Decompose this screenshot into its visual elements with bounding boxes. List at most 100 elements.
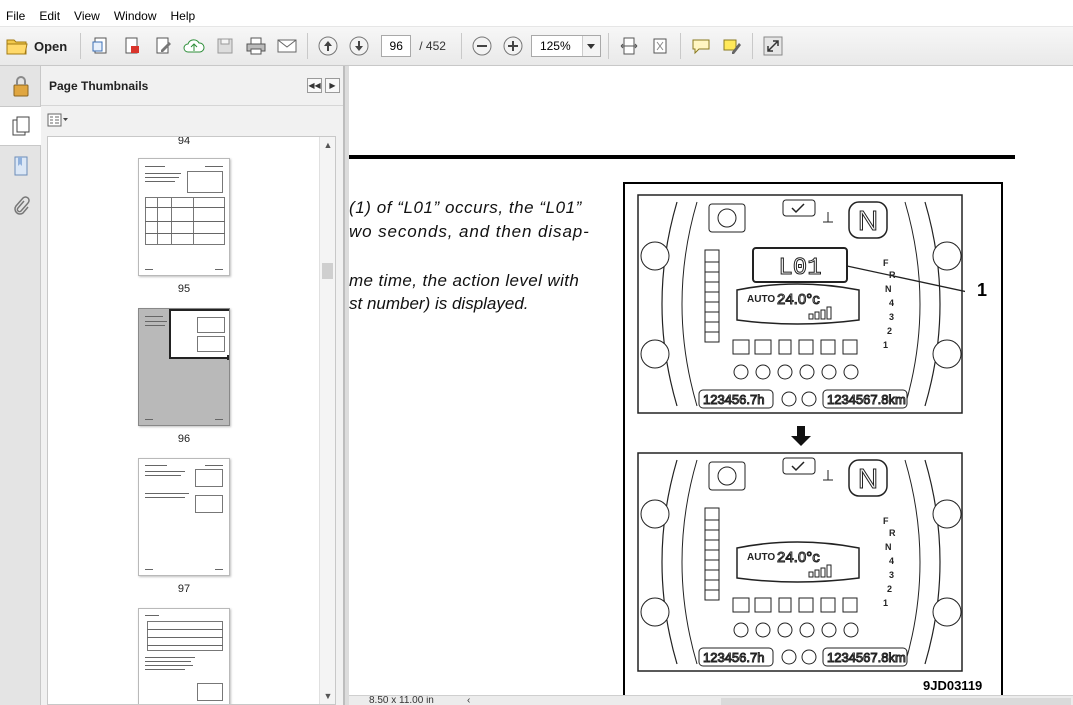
toolbar-separator (307, 33, 309, 59)
thumbnail-label-96: 96 (177, 433, 191, 445)
scrollbar-thumb[interactable] (322, 263, 333, 279)
zoom-select[interactable]: 125% (530, 35, 601, 57)
chevron-down-icon[interactable] (581, 36, 600, 56)
svg-text:3: 3 (889, 570, 894, 580)
menu-window[interactable]: Window (114, 9, 157, 23)
navigation-rail (0, 66, 41, 705)
print-icon[interactable] (243, 33, 269, 59)
instrument-panel-display-top: N L01 AUTO 24.0°c F R N 4 3 2 1 123456.7… (637, 194, 965, 414)
scroll-left-icon[interactable]: ‹ (467, 696, 479, 705)
zoom-out-icon[interactable] (469, 33, 495, 59)
menu-edit[interactable]: Edit (39, 9, 60, 23)
status-bar: 8.50 x 11.00 in ‹ (349, 695, 1073, 705)
thumbnail-label-97: 97 (177, 583, 191, 595)
menu-bar: File Edit View Window Help (0, 6, 1073, 27)
cloud-upload-icon[interactable] (181, 33, 207, 59)
temp-readout: 24.0°c (777, 549, 820, 566)
zoom-in-icon[interactable] (500, 33, 526, 59)
thumbnail-list: 94 95 96 97 ▲ ▼ (47, 136, 336, 705)
hourmeter: 123456.7h (703, 650, 764, 665)
thumbnail-page-97[interactable] (138, 458, 230, 576)
down-arrow-icon (791, 426, 811, 446)
svg-text:2: 2 (887, 584, 892, 594)
panel-options (41, 106, 343, 134)
svg-text:2: 2 (887, 326, 892, 336)
svg-text:N: N (885, 284, 892, 294)
svg-text:R: R (889, 528, 896, 538)
svg-text:4: 4 (889, 298, 894, 308)
odometer: 1234567.8km (827, 392, 906, 407)
thumbnails-panel: Page Thumbnails ◀◀ ▶ 94 95 96 97 ▲ ▼ (41, 66, 344, 705)
create-pdf-icon[interactable] (88, 33, 114, 59)
lock-icon[interactable] (0, 66, 41, 106)
section-rule (349, 155, 1015, 159)
figure-frame: N L01 AUTO 24.0°c F R N 4 3 2 1 123456.7… (623, 182, 1003, 695)
thumbnail-page-96[interactable] (138, 308, 230, 426)
panel-header: Page Thumbnails ◀◀ ▶ (41, 66, 343, 106)
pages-icon[interactable] (0, 106, 41, 146)
folder-icon (6, 39, 28, 55)
scroll-up-icon[interactable]: ▲ (320, 137, 335, 153)
collapse-panel-icon[interactable]: ◀◀ (307, 78, 322, 93)
menu-help[interactable]: Help (171, 9, 196, 23)
horizontal-scrollbar[interactable] (721, 698, 1071, 705)
toolbar-separator (607, 33, 609, 59)
page-number-input[interactable]: 96 (381, 35, 412, 57)
document-view: (1) of “L01” occurs, the “L01” wo second… (349, 66, 1073, 695)
edit-pdf-icon[interactable] (150, 33, 176, 59)
options-menu-icon[interactable] (47, 113, 69, 127)
toolbar: Open 96 / 452 125% (0, 27, 1073, 66)
open-button[interactable]: Open (6, 32, 73, 60)
odometer: 1234567.8km (827, 650, 906, 665)
thumbnail-scrollbar[interactable]: ▲ ▼ (319, 137, 335, 704)
auto-label: AUTO (747, 552, 775, 563)
hourmeter: 123456.7h (703, 392, 764, 407)
thumbnail-label-95: 95 (177, 283, 191, 295)
toolbar-separator (751, 33, 753, 59)
svg-text:4: 4 (889, 556, 894, 566)
svg-text:N: N (885, 542, 892, 552)
figure-callout: 1 (977, 280, 988, 300)
gear-indicator: N (858, 205, 878, 236)
figure-code: 9JD03119 (923, 678, 983, 693)
full-screen-icon[interactable] (760, 33, 786, 59)
page-total: / 452 (419, 39, 446, 53)
doc-line-2: wo seconds, and then disap- (349, 222, 590, 241)
thumbnail-label-94: 94 (177, 136, 191, 147)
menu-file[interactable]: File (6, 9, 25, 23)
svg-text:3: 3 (889, 312, 894, 322)
open-label: Open (34, 38, 68, 54)
page-size-label: 8.50 x 11.00 in (369, 695, 434, 705)
save-icon[interactable] (212, 33, 238, 59)
export-pdf-icon[interactable] (119, 33, 145, 59)
highlight-icon[interactable] (719, 33, 745, 59)
previous-page-icon[interactable] (315, 33, 341, 59)
attachment-icon[interactable] (0, 186, 41, 226)
svg-text:1: 1 (883, 598, 888, 608)
svg-text:F: F (883, 516, 889, 526)
thumbnail-page-95[interactable] (138, 158, 230, 276)
toolbar-separator (460, 33, 462, 59)
doc-line-3: me time, the action level with (349, 271, 580, 290)
menu-view[interactable]: View (74, 9, 100, 23)
next-page-icon[interactable] (346, 33, 372, 59)
temp-readout: 24.0°c (777, 291, 820, 308)
thumbnail-page-98[interactable] (138, 608, 230, 704)
gear-indicator: N (858, 463, 878, 494)
comment-icon[interactable] (688, 33, 714, 59)
zoom-value: 125% (539, 39, 571, 53)
doc-line-4: st number) is displayed. (349, 294, 529, 313)
svg-text:F: F (883, 258, 889, 268)
bookmark-icon[interactable] (0, 146, 41, 186)
auto-label: AUTO (747, 294, 775, 305)
display-code: L01 (778, 255, 821, 282)
fit-width-icon[interactable] (616, 33, 642, 59)
email-icon[interactable] (274, 33, 300, 59)
doc-line-1: (1) of “L01” occurs, the “L01” (349, 198, 582, 217)
svg-text:1: 1 (883, 340, 888, 350)
scroll-down-icon[interactable]: ▼ (320, 688, 335, 704)
fit-page-icon[interactable] (647, 33, 673, 59)
panel-next-icon[interactable]: ▶ (325, 78, 340, 93)
toolbar-separator (80, 33, 82, 59)
toolbar-separator (679, 33, 681, 59)
